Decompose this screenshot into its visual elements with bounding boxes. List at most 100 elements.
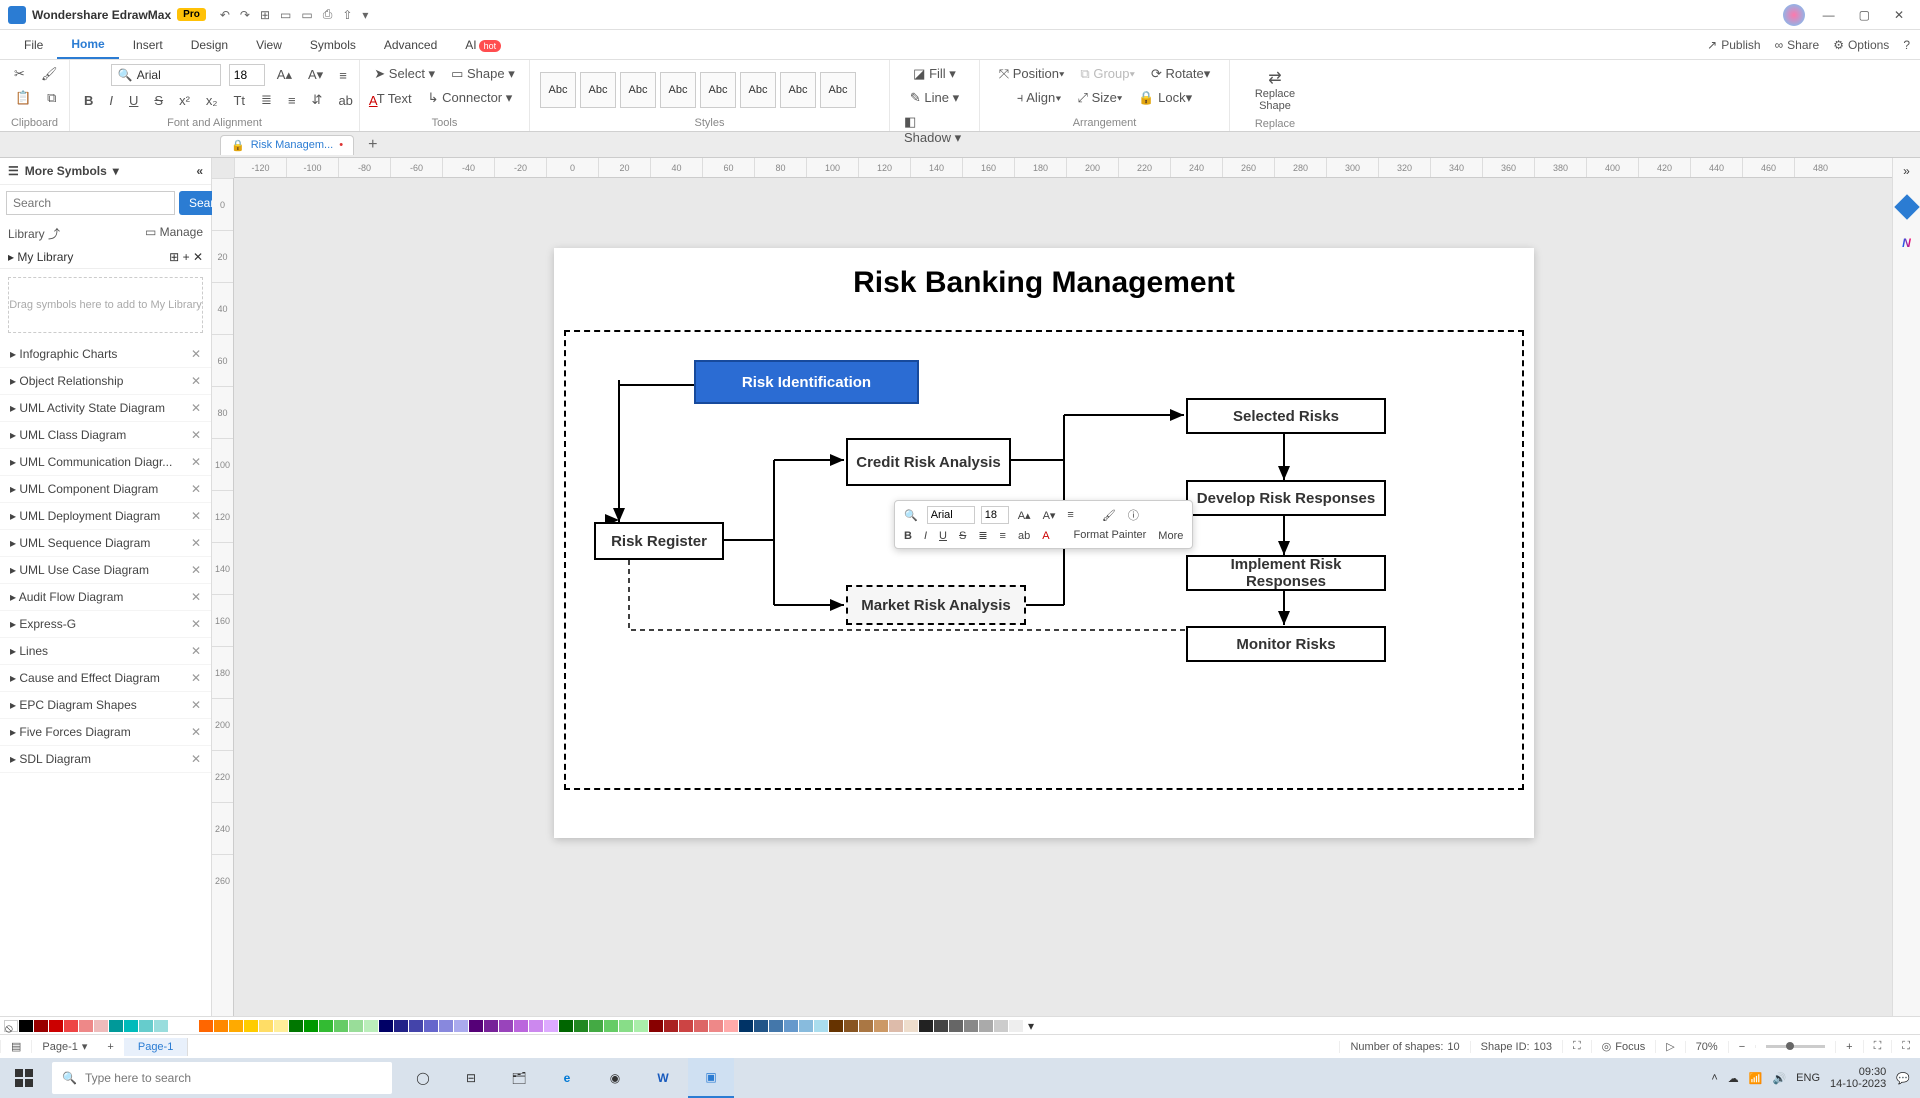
color-swatch[interactable] [139, 1020, 153, 1032]
task-view-icon[interactable]: ⊟ [448, 1058, 494, 1098]
menu-home[interactable]: Home [57, 31, 118, 59]
color-swatch[interactable] [904, 1020, 918, 1032]
case-button[interactable]: Tt [229, 91, 249, 110]
color-swatch[interactable] [664, 1020, 678, 1032]
numbering-button[interactable]: ≡ [284, 91, 300, 110]
canvas-viewport[interactable]: Risk Banking Management [234, 178, 1892, 1016]
mini-dec-font[interactable]: A▾ [1040, 507, 1059, 524]
page[interactable]: Risk Banking Management [554, 248, 1534, 838]
sidebar-category[interactable]: ▸ Lines✕ [0, 638, 211, 665]
zoom-level[interactable]: 70% [1685, 1041, 1728, 1053]
category-close-icon[interactable]: ✕ [191, 482, 201, 496]
menu-advanced[interactable]: Advanced [370, 32, 451, 58]
mini-font-name[interactable] [927, 506, 975, 524]
cut-button[interactable]: ✂ [10, 64, 29, 84]
color-swatch[interactable] [454, 1020, 468, 1032]
color-swatch[interactable] [49, 1020, 63, 1032]
size-button[interactable]: ⤢ Size▾ [1074, 88, 1127, 108]
color-swatch[interactable] [979, 1020, 993, 1032]
sidebar-category[interactable]: ▸ Express-G✕ [0, 611, 211, 638]
category-close-icon[interactable]: ✕ [191, 725, 201, 739]
style-swatch-7[interactable]: Abc [780, 72, 816, 108]
color-swatch[interactable] [364, 1020, 378, 1032]
options-button[interactable]: ⚙ Options [1833, 38, 1889, 52]
sidebar-category[interactable]: ▸ UML Sequence Diagram✕ [0, 530, 211, 557]
color-swatch[interactable] [334, 1020, 348, 1032]
zoom-in-button[interactable]: + [1835, 1041, 1862, 1053]
sidebar-category[interactable]: ▸ UML Communication Diagr...✕ [0, 449, 211, 476]
category-close-icon[interactable]: ✕ [191, 401, 201, 415]
color-swatch[interactable] [709, 1020, 723, 1032]
format-painter-button[interactable]: 🖌 [37, 64, 62, 84]
sidebar-category[interactable]: ▸ UML Class Diagram✕ [0, 422, 211, 449]
connector-tool[interactable]: ↳ Connector ▾ [424, 88, 517, 108]
color-swatch[interactable] [949, 1020, 963, 1032]
node-credit-risk[interactable]: Credit Risk Analysis [846, 438, 1011, 486]
font-size-input[interactable] [229, 64, 265, 86]
edrawmax-taskbar-icon[interactable]: ▣ [688, 1058, 734, 1098]
tray-language[interactable]: ENG [1796, 1072, 1820, 1084]
style-swatch-4[interactable]: Abc [660, 72, 696, 108]
page-selector[interactable]: Page-1 ▾ [31, 1040, 97, 1053]
color-swatch[interactable] [124, 1020, 138, 1032]
superscript-button[interactable]: x² [175, 91, 194, 110]
color-swatch[interactable] [379, 1020, 393, 1032]
floating-format-toolbar[interactable]: 🔍 A▴ A▾ ≡ 🖌 ⓘ B I U S [894, 500, 1193, 549]
diagram-title[interactable]: Risk Banking Management [554, 266, 1534, 300]
style-swatch-3[interactable]: Abc [620, 72, 656, 108]
style-gallery[interactable]: Abc Abc Abc Abc Abc Abc Abc Abc [540, 72, 856, 108]
symbol-search-input[interactable] [6, 191, 175, 215]
replace-shape-button[interactable]: ⇄ Replace Shape [1240, 64, 1310, 116]
hamburger-icon[interactable]: ☰ [8, 164, 19, 178]
text-ab-button[interactable]: ab [334, 91, 356, 110]
sidebar-category[interactable]: ▸ Cause and Effect Diagram✕ [0, 665, 211, 692]
style-swatch-1[interactable]: Abc [540, 72, 576, 108]
my-library-header[interactable]: ▸ My Library [8, 250, 73, 264]
menu-file[interactable]: File [10, 32, 57, 58]
color-swatch[interactable] [964, 1020, 978, 1032]
copy-button[interactable]: ⧉ [43, 88, 60, 108]
lock-button[interactable]: 🔒 Lock▾ [1134, 88, 1196, 108]
mylib-grid-icon[interactable]: ⊞ [169, 250, 179, 264]
share-button[interactable]: ∞ Share [1775, 38, 1820, 52]
node-monitor-risks[interactable]: Monitor Risks [1186, 626, 1386, 662]
font-name-select[interactable]: 🔍 Arial [111, 64, 221, 86]
sidebar-category[interactable]: ▸ Infographic Charts✕ [0, 341, 211, 368]
category-close-icon[interactable]: ✕ [191, 617, 201, 631]
sidebar-title-dropdown[interactable]: ▾ [113, 164, 119, 178]
bold-button[interactable]: B [80, 91, 97, 110]
node-develop-responses[interactable]: Develop Risk Responses [1186, 480, 1386, 516]
menu-symbols[interactable]: Symbols [296, 32, 370, 58]
node-risk-register[interactable]: Risk Register [594, 522, 724, 560]
expand-right-panel[interactable]: » [1903, 164, 1910, 178]
zoom-slider[interactable] [1766, 1045, 1825, 1048]
subscript-button[interactable]: x₂ [202, 91, 222, 110]
color-swatch[interactable] [724, 1020, 738, 1032]
undo-button[interactable]: ↶ [220, 8, 230, 22]
rotate-button[interactable]: ⟳ Rotate▾ [1147, 64, 1214, 84]
color-swatch[interactable] [79, 1020, 93, 1032]
style-swatch-6[interactable]: Abc [740, 72, 776, 108]
color-swatch[interactable] [604, 1020, 618, 1032]
export-button[interactable]: ⇧ [342, 8, 352, 22]
color-swatch[interactable] [424, 1020, 438, 1032]
document-tab[interactable]: 🔒 Risk Managem... • [220, 135, 354, 155]
color-swatch[interactable] [169, 1020, 183, 1032]
sidebar-category[interactable]: ▸ Audit Flow Diagram✕ [0, 584, 211, 611]
color-swatch[interactable] [619, 1020, 633, 1032]
save-button[interactable]: ▭ [301, 8, 312, 22]
color-swatch[interactable] [154, 1020, 168, 1032]
menu-ai[interactable]: AIhot [451, 32, 515, 58]
presentation-button[interactable]: ▷ [1655, 1040, 1684, 1053]
new-button[interactable]: ⊞ [260, 8, 270, 22]
color-swatch[interactable] [244, 1020, 258, 1032]
cortana-icon[interactable]: ◯ [400, 1058, 446, 1098]
sidebar-category[interactable]: ▸ UML Component Diagram✕ [0, 476, 211, 503]
color-swatch[interactable] [589, 1020, 603, 1032]
sidebar-category[interactable]: ▸ Object Relationship✕ [0, 368, 211, 395]
select-tool[interactable]: ➤ Select ▾ [370, 64, 439, 84]
fill-button[interactable]: ◪ Fill ▾ [909, 64, 960, 84]
library-label[interactable]: Library ⤴ [8, 225, 60, 242]
color-swatch[interactable] [1009, 1020, 1023, 1032]
fullscreen-1-button[interactable]: ⛶ [1863, 1040, 1892, 1053]
